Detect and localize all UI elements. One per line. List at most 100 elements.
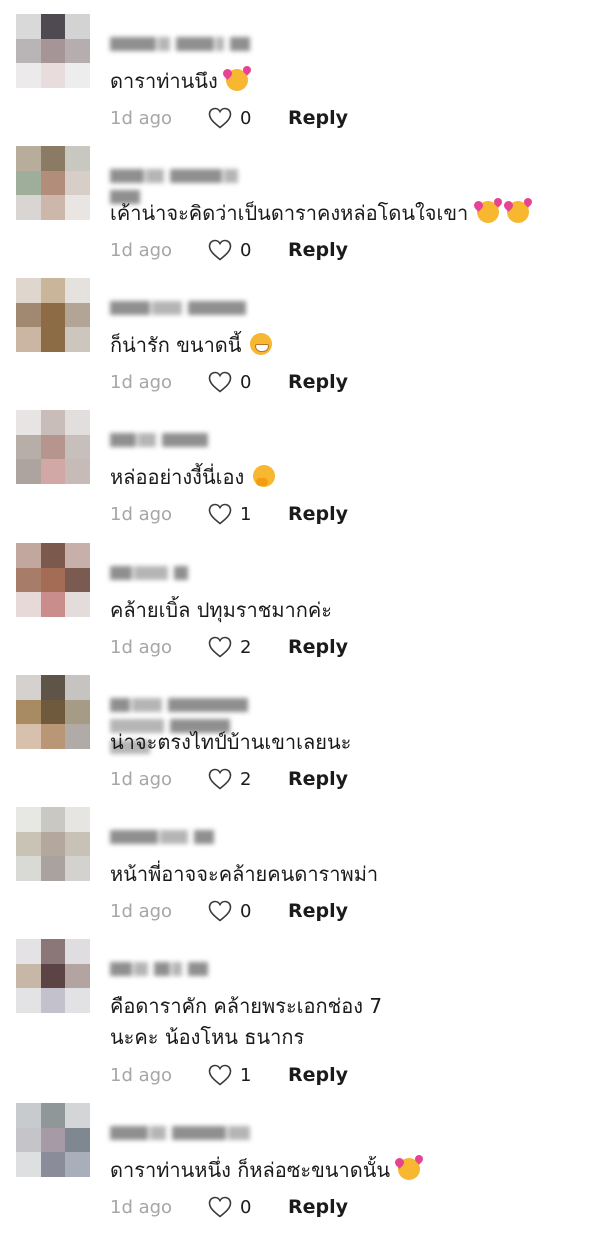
comment-item: หน้าพี่อาจจะคล้ายคนดาราพม่า 1d ago 0 Reply: [0, 801, 600, 931]
hand-over-mouth-emoji-icon: [252, 465, 275, 487]
comment-text: ดาราท่านนึง: [110, 66, 249, 97]
comment-item: ก็น่ารัก ขนาดนี้ 1d ago 0 Reply: [0, 272, 600, 402]
heart-icon: [208, 636, 232, 658]
comment-text: คล้ายเบิ้ล ปทุมราชมากค่ะ: [110, 595, 332, 626]
avatar[interactable]: [16, 675, 90, 749]
avatar[interactable]: [16, 543, 90, 617]
heart-icon: [208, 1064, 232, 1086]
like-count: 0: [240, 239, 252, 261]
comment-item: เค้าน่าจะคิดว่าเป็นดาราคงหล่อโดนใจเขา 1d…: [0, 140, 600, 270]
reply-button[interactable]: Reply: [288, 503, 348, 525]
grinning-face-emoji-icon: [249, 333, 272, 355]
username-blurred[interactable]: [110, 959, 270, 979]
comment-meta: 1d ago 0 Reply: [110, 899, 348, 923]
like-button[interactable]: 0: [208, 107, 288, 129]
timestamp: 1d ago: [110, 636, 173, 658]
username-blurred[interactable]: [110, 166, 270, 204]
avatar[interactable]: [16, 939, 90, 1013]
like-count: 2: [240, 768, 252, 790]
reply-button[interactable]: Reply: [288, 371, 348, 393]
comment-meta: 1d ago 2 Reply: [110, 767, 348, 791]
username-blurred[interactable]: [110, 298, 270, 318]
comment-text-content: น่าจะตรงไทป์บ้านเขาเลยนะ: [110, 730, 352, 754]
comment-item: หล่ออย่างงี้นี่เอง 1d ago 1 Reply: [0, 404, 600, 534]
comment-meta: 1d ago 2 Reply: [110, 635, 348, 659]
comment-text: คือดาราคัก คล้ายพระเอกช่อง 7 นะคะ น้องโห…: [110, 991, 382, 1053]
smiling-face-with-hearts-emoji-icon: [398, 1158, 421, 1180]
comment-text-content: เค้าน่าจะคิดว่าเป็นดาราคงหล่อโดนใจเขา: [110, 201, 469, 225]
timestamp: 1d ago: [110, 239, 173, 261]
username-blurred[interactable]: [110, 827, 270, 847]
username-blurred[interactable]: [110, 695, 270, 754]
heart-icon: [208, 503, 232, 525]
avatar[interactable]: [16, 278, 90, 352]
username-blurred[interactable]: [110, 563, 270, 583]
comment-meta: 1d ago 0 Reply: [110, 106, 348, 130]
username-blurred[interactable]: [110, 34, 270, 54]
heart-icon: [208, 239, 232, 261]
comment-text: น่าจะตรงไทป์บ้านเขาเลยนะ: [110, 727, 351, 758]
comment-text: หน้าพี่อาจจะคล้ายคนดาราพม่า: [110, 859, 378, 890]
like-button[interactable]: 0: [208, 371, 288, 393]
comment-meta: 1d ago 1 Reply: [110, 502, 348, 526]
smiling-face-with-hearts-emoji-icon: [476, 201, 499, 223]
heart-icon: [208, 768, 232, 790]
comment-item: คล้ายเบิ้ล ปทุมราชมากค่ะ 1d ago 2 Reply: [0, 537, 600, 667]
username-blurred[interactable]: [110, 1123, 270, 1143]
like-button[interactable]: 1: [208, 503, 288, 525]
smiling-face-with-hearts-emoji-icon: [506, 201, 529, 223]
comment-meta: 1d ago 1 Reply: [110, 1063, 348, 1087]
like-count: 2: [240, 636, 252, 658]
comment-meta: 1d ago 0 Reply: [110, 238, 348, 262]
heart-icon: [208, 371, 232, 393]
comment-text-content: คล้ายเบิ้ล ปทุมราชมากค่ะ: [110, 598, 332, 622]
timestamp: 1d ago: [110, 503, 173, 525]
avatar[interactable]: [16, 807, 90, 881]
timestamp: 1d ago: [110, 1064, 173, 1086]
comment-text: เค้าน่าจะคิดว่าเป็นดาราคงหล่อโดนใจเขา: [110, 198, 529, 229]
avatar[interactable]: [16, 1103, 90, 1177]
smiling-face-with-hearts-emoji-icon: [226, 69, 249, 91]
comment-text-content: หน้าพี่อาจจะคล้ายคนดาราพม่า: [110, 862, 379, 886]
reply-button[interactable]: Reply: [288, 1196, 348, 1218]
reply-button[interactable]: Reply: [288, 768, 348, 790]
like-button[interactable]: 1: [208, 1064, 288, 1086]
like-button[interactable]: 0: [208, 1196, 288, 1218]
timestamp: 1d ago: [110, 768, 173, 790]
timestamp: 1d ago: [110, 371, 173, 393]
avatar[interactable]: [16, 410, 90, 484]
like-count: 0: [240, 1196, 252, 1218]
comment-item: คือดาราคัก คล้ายพระเอกช่อง 7 นะคะ น้องโห…: [0, 933, 600, 1086]
comment-text-content: ก็น่ารัก ขนาดนี้: [110, 333, 242, 357]
reply-button[interactable]: Reply: [288, 107, 348, 129]
comment-item: ดาราท่านนึง 1d ago 0 Reply: [0, 8, 600, 138]
timestamp: 1d ago: [110, 900, 173, 922]
comment-item: ดาราท่านหนึ่ง ก็หล่อซะขนาดนั้น 1d ago 0 Re…: [0, 1097, 600, 1227]
reply-button[interactable]: Reply: [288, 1064, 348, 1086]
like-button[interactable]: 2: [208, 768, 288, 790]
reply-button[interactable]: Reply: [288, 900, 348, 922]
comment-text: ก็น่ารัก ขนาดนี้: [110, 330, 272, 361]
comment-text: หล่ออย่างงี้นี่เอง: [110, 462, 275, 493]
reply-button[interactable]: Reply: [288, 239, 348, 261]
like-button[interactable]: 0: [208, 900, 288, 922]
like-count: 0: [240, 900, 252, 922]
avatar[interactable]: [16, 14, 90, 88]
comment-meta: 1d ago 0 Reply: [110, 370, 348, 394]
like-button[interactable]: 0: [208, 239, 288, 261]
comment-text-content: ดาราท่านหนึ่ง ก็หล่อซะขนาดนั้น: [110, 1158, 391, 1182]
timestamp: 1d ago: [110, 107, 173, 129]
reply-button[interactable]: Reply: [288, 636, 348, 658]
avatar[interactable]: [16, 146, 90, 220]
comment-text-content: หล่ออย่างงี้นี่เอง: [110, 465, 245, 489]
username-blurred[interactable]: [110, 430, 270, 450]
like-count: 1: [240, 1064, 252, 1086]
like-count: 0: [240, 107, 252, 129]
heart-icon: [208, 107, 232, 129]
comment-text: ดาราท่านหนึ่ง ก็หล่อซะขนาดนั้น: [110, 1155, 421, 1186]
like-count: 0: [240, 371, 252, 393]
like-button[interactable]: 2: [208, 636, 288, 658]
comment-text-content: คือดาราคัก คล้ายพระเอกช่อง 7 นะคะ น้องโห…: [110, 994, 383, 1049]
comment-meta: 1d ago 0 Reply: [110, 1195, 348, 1219]
heart-icon: [208, 900, 232, 922]
